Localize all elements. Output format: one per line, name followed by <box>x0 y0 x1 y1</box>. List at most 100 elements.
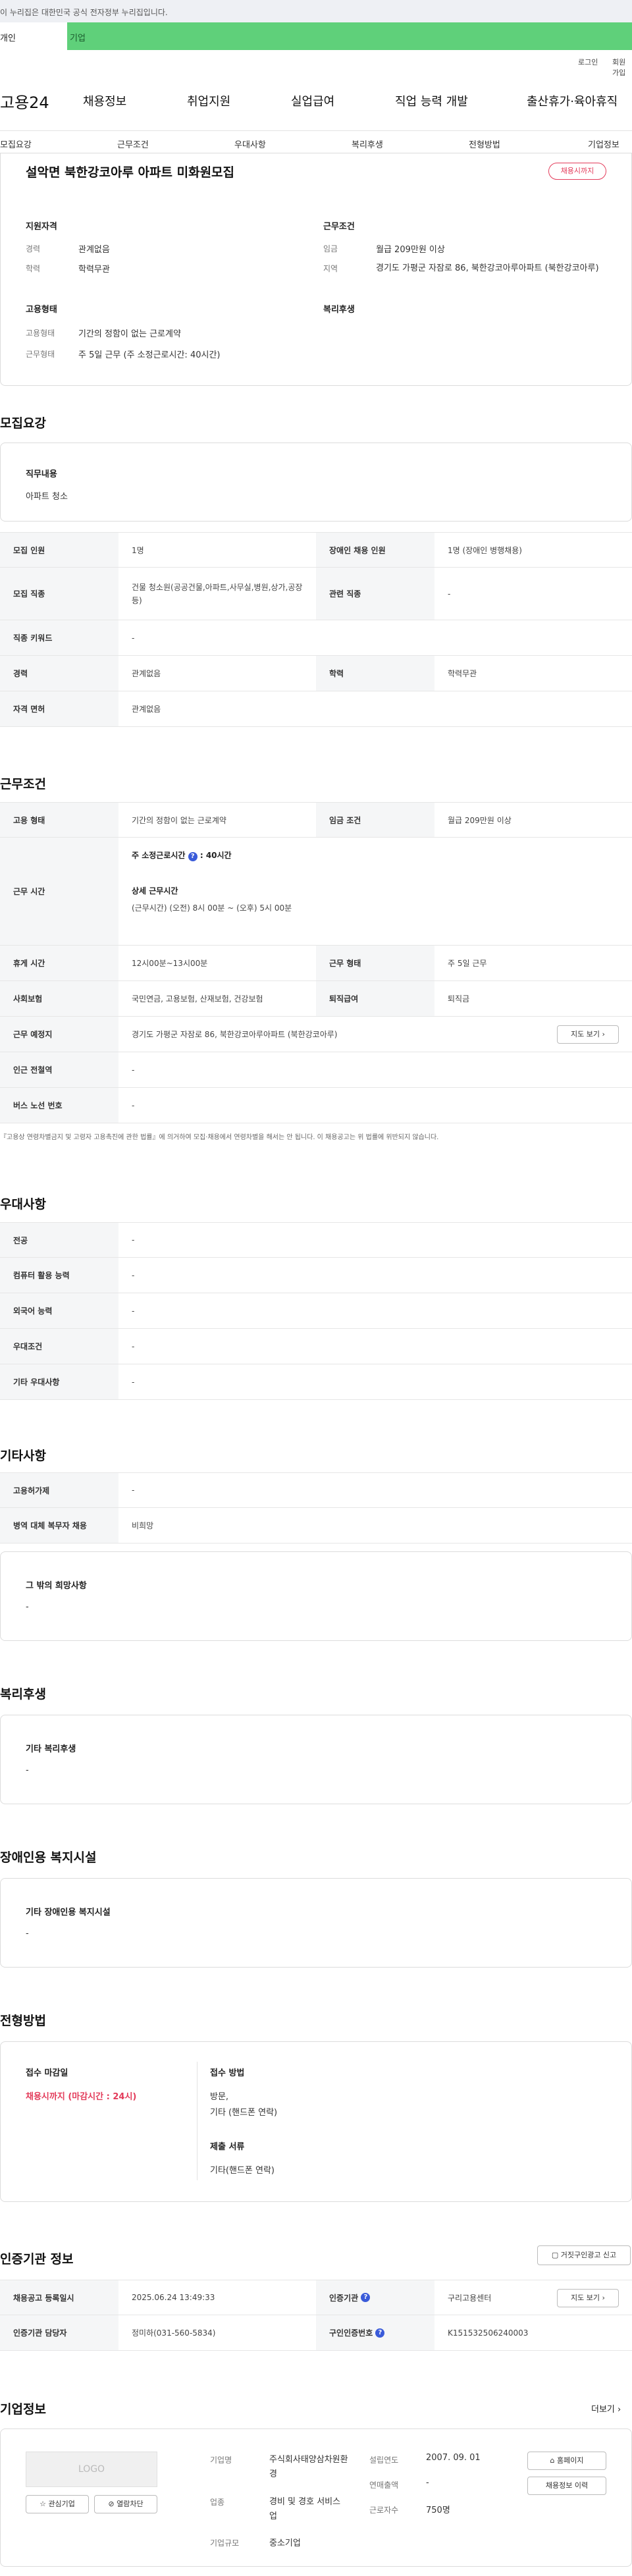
welfare-label: 기타 복리후생 <box>26 1744 76 1754</box>
preferences-section-title: 우대사항 <box>0 1197 46 1212</box>
home-icon: ⌂ <box>550 2456 555 2465</box>
table-row: 모집 직종 건물 청소원(공공건물,아파트,사무실,병원,상가,공장 등) 관련… <box>0 568 632 620</box>
anchor-selection[interactable]: 전형방법 <box>469 138 500 150</box>
table-row: 고용허가제 - <box>0 1472 632 1508</box>
table-row: 모집 인원 1명 장애인 채용 인원 1명 (장애인 병행채용) <box>0 532 632 568</box>
work-region-value: 경기도 가평군 자잠로 86, 북한강코아루아파트 (북한강코아루) <box>376 263 599 273</box>
block-view-label: 열람차단 <box>117 2500 144 2508</box>
gnb-item-employment-support[interactable]: 취업지원 <box>187 92 230 109</box>
anchor-welfare[interactable]: 복리후생 <box>352 138 383 150</box>
hope-value: - <box>26 1602 29 1612</box>
emp-type-row-label: 고용 형태 <box>0 803 118 837</box>
sales-value: - <box>426 2478 429 2488</box>
gnb-item-training[interactable]: 직업 능력 개발 <box>395 92 468 109</box>
headcount-value: 1명 <box>132 545 144 555</box>
company-logo: LOGO <box>26 2452 157 2487</box>
interest-company-button[interactable]: ☆ 관심기업 <box>26 2495 89 2513</box>
wage-label: 임금 조건 <box>316 803 434 837</box>
agency-map-button[interactable]: 지도 보기 › <box>557 2289 619 2307</box>
edu-value: 학력무관 <box>448 669 477 678</box>
company-more-link[interactable]: 더보기 › <box>591 2402 621 2415</box>
gov-banner: 이 누리집은 대한민국 공식 전자정부 누리집입니다. <box>0 0 632 22</box>
disabled-headcount-label: 장애인 채용 인원 <box>316 533 434 567</box>
homepage-button[interactable]: ⌂ 홈페이지 <box>527 2452 606 2470</box>
help-icon[interactable]: ? <box>361 2293 371 2302</box>
gnb-item-parental-leave[interactable]: 출산휴가·육아휴직 <box>527 92 618 109</box>
company-name-label: 기업명 <box>210 2455 232 2465</box>
help-icon[interactable]: ? <box>375 2328 385 2338</box>
apply-title: 지원자격 <box>26 222 57 232</box>
work-form-value: 주 5일 근무 <box>448 959 487 968</box>
docs-label: 제출 서류 <box>210 2142 245 2152</box>
agency-section-title: 인증기관 정보 <box>0 2252 74 2267</box>
table-row: 직종 키워드 - <box>0 620 632 656</box>
login-link[interactable]: 로그인 <box>578 57 598 67</box>
table-row: 외국어 능력 - <box>0 1293 632 1329</box>
industry-label: 업종 <box>210 2498 225 2507</box>
agency-org-label: 인증기관 ? <box>316 2280 434 2315</box>
agency-org-label-text: 인증기관 <box>329 2293 359 2303</box>
false-ad-report-button[interactable]: ▢ 거짓구인광고 신고 <box>537 2245 631 2265</box>
weekly-hours-value: : 40시간 <box>199 851 232 860</box>
table-row: 전공 - <box>0 1222 632 1258</box>
join-link[interactable]: 회원가입 <box>612 57 632 78</box>
career-value: 관계없음 <box>132 669 161 678</box>
hours-label: 근무 시간 <box>0 838 118 945</box>
computer-skill-label: 컴퓨터 활용 능력 <box>0 1258 118 1293</box>
work-wage-label: 임금 <box>323 244 338 254</box>
recruit-section-title: 모집요강 <box>0 416 46 431</box>
anchor-recruit[interactable]: 모집요강 <box>0 138 32 150</box>
reg-date-label: 채용공고 등록일시 <box>0 2280 118 2315</box>
apply-edu-label: 학력 <box>26 264 41 273</box>
site-logo[interactable]: 고용24 <box>0 90 49 113</box>
anchor-company[interactable]: 기업정보 <box>588 138 619 150</box>
gnb-item-jobs[interactable]: 채용정보 <box>83 92 126 109</box>
table-row: 경력 관계없음 학력 학력무관 <box>0 656 632 691</box>
table-row: 사회보험 국민연금, 고용보험, 산재보험, 건강보험 퇴직급여 퇴직금 <box>0 981 632 1017</box>
weekly-hours: 주 소정근로시간 ? : 40시간 <box>132 849 232 861</box>
detail-hours-value: (근무시간) (오전) 8시 00분 ~ (오후) 5시 00분 <box>132 903 292 913</box>
hope-box: 그 밖의 희망사항 - <box>0 1551 632 1641</box>
table-row: 컴퓨터 활용 능력 - <box>0 1258 632 1293</box>
subway-value: - <box>132 1065 135 1075</box>
anchor-preferences[interactable]: 우대사항 <box>234 138 266 150</box>
job-content-box: 직무내용 아파트 청소 <box>0 443 632 522</box>
insurance-label: 사회보험 <box>0 981 118 1016</box>
table-row: 병역 대체 복무자 채용 비희망 <box>0 1508 632 1543</box>
help-icon[interactable]: ? <box>188 852 198 861</box>
bus-label: 버스 노선 번호 <box>0 1088 118 1123</box>
company-more-label: 더보기 <box>591 2405 615 2415</box>
tab-personal[interactable]: 개인 <box>0 22 67 50</box>
severance-value: 퇴직금 <box>448 994 470 1004</box>
tab-personal-label: 개인 <box>0 34 16 43</box>
break-value: 12시00분~13시00분 <box>132 959 208 968</box>
method-value: 방문, <box>210 2092 229 2102</box>
apply-career-label: 경력 <box>26 244 41 254</box>
work-wage-value: 월급 209만원 이상 <box>376 245 445 255</box>
block-view-button[interactable]: ⊘ 열람차단 <box>94 2495 157 2513</box>
method-value-2: 기타 (핸드폰 연락) <box>210 2108 278 2118</box>
table-row: 근무 시간 주 소정근로시간 ? : 40시간 상세 근무시간 (근무시간) (… <box>0 838 632 946</box>
weekly-hours-label: 주 소정근로시간 <box>132 851 186 860</box>
company-logo-text: LOGO <box>78 2464 105 2475</box>
company-box: LOGO ☆ 관심기업 ⊘ 열람차단 기업명 주식회사태양삼차원환경 업종 경비… <box>0 2428 632 2567</box>
emp-title: 고용형태 <box>26 305 57 315</box>
employees-value: 750명 <box>426 2506 450 2515</box>
apply-edu-value: 학력무관 <box>78 265 110 275</box>
anchor-conditions[interactable]: 근무조건 <box>117 138 149 150</box>
gnb-item-unemployment-benefit[interactable]: 실업급여 <box>291 92 334 109</box>
job-summary-card: 설악면 북한강코아루 아파트 미화원모집 채용시까지 지원자격 경력 관계없음 … <box>0 153 632 386</box>
tab-company[interactable]: 기업 <box>67 22 632 50</box>
company-size-label: 기업규모 <box>210 2538 240 2548</box>
table-row: 인근 전철역 - <box>0 1052 632 1088</box>
docs-value: 기타(핸드폰 연락) <box>210 2166 275 2176</box>
language-label: 외국어 능력 <box>0 1293 118 1328</box>
subway-label: 인근 전철역 <box>0 1052 118 1087</box>
job-history-button[interactable]: 채용정보 이력 <box>527 2477 606 2495</box>
place-map-button[interactable]: 지도 보기 › <box>557 1025 619 1044</box>
job-keyword-value: - <box>132 633 135 643</box>
place-label: 근무 예정지 <box>0 1017 118 1052</box>
pref-etc-label: 기타 우대사항 <box>0 1364 118 1399</box>
user-type-tabs: 개인 기업 <box>0 22 632 50</box>
selection-box: 접수 마감일 채용시까지 (마감시간 : 24시) 접수 방법 방문, 기타 (… <box>0 2041 632 2202</box>
